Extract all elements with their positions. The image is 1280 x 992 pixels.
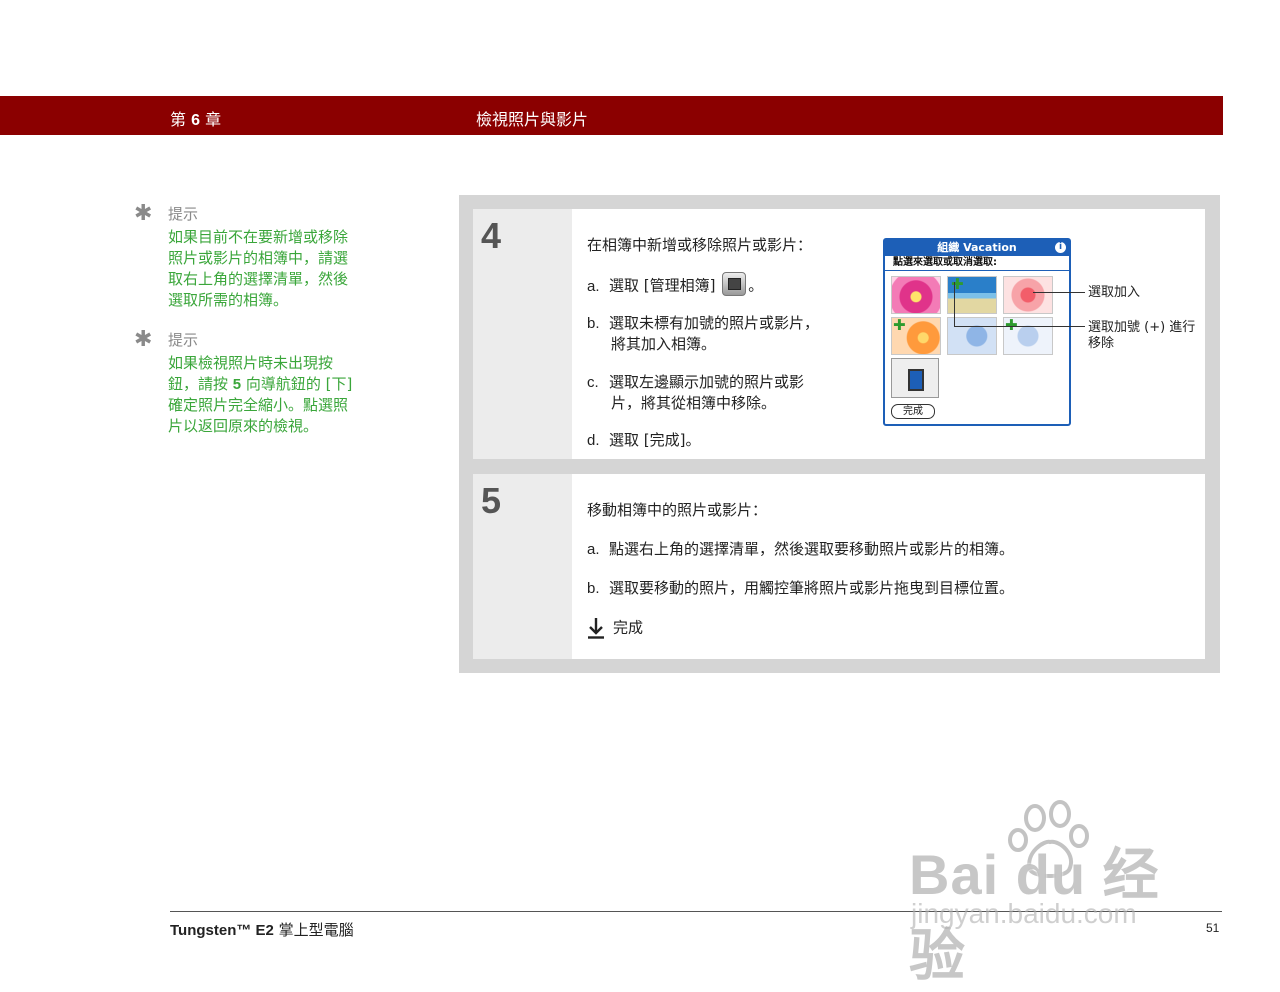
step-intro: 在相簿中新增或移除照片或影片： bbox=[587, 236, 813, 254]
photo-thumbnail[interactable] bbox=[891, 276, 941, 314]
step-item-a: a. 點選右上角的選擇清單，然後選取要移動照片或影片的相簿。 bbox=[587, 540, 1015, 558]
chapter-header-bar: 第 6 章 檢視照片與影片 bbox=[0, 96, 1223, 135]
baidu-watermark: Bai du 经验 jingyan.baidu.com bbox=[905, 800, 1205, 987]
organize-album-screenshot: 組織 Vacation i 點選來選取或取消選取: ✚ ✚ ✚ 完成 bbox=[883, 238, 1071, 426]
chapter-label: 第 6 章 bbox=[170, 110, 222, 129]
step-intro: 移動相簿中的照片或影片： bbox=[587, 501, 768, 519]
tip-line: 如果目前不在要新增或移除 bbox=[168, 228, 349, 246]
done-text: 完成 bbox=[613, 618, 644, 637]
done-marker: 完成 bbox=[587, 617, 643, 639]
step-item-b: b. 選取未標有加號的照片或影片， 將其加入相簿。 bbox=[587, 314, 820, 353]
tip-body: 如果檢視照片時未出現按 鈕，請按 5 向導航鈕的 [下] 確定照片完全縮小。點選… bbox=[168, 353, 368, 437]
step-4: 4 在相簿中新增或移除照片或影片： a. 選取 [管理相簿] 。 b. 選取未標有加… bbox=[473, 209, 1205, 459]
tip-line: 取右上角的選擇清單，然後 bbox=[168, 270, 349, 288]
tip-line: 選取所需的相簿。 bbox=[168, 291, 289, 309]
tip-2: ✱ 提示 如果檢視照片時未出現按 鈕，請按 5 向導航鈕的 [下] 確定照片完全… bbox=[134, 327, 374, 439]
tip-line: 確定照片完全縮小。點選照 bbox=[168, 396, 349, 414]
step-number: 5 bbox=[481, 480, 502, 521]
download-arrow-icon bbox=[588, 618, 604, 639]
callout-line bbox=[1033, 292, 1085, 293]
footer-product-name: Tungsten™ E2 掌上型電腦 bbox=[170, 921, 354, 939]
plus-icon: ✚ bbox=[893, 316, 906, 334]
tip-label: 提示 bbox=[168, 205, 199, 223]
watermark-url: jingyan.baidu.com bbox=[911, 898, 1137, 929]
tip-label: 提示 bbox=[168, 331, 199, 349]
tip-1: ✱ 提示 如果目前不在要新增或移除 照片或影片的相簿中，請選 取右上角的選擇清單… bbox=[134, 201, 374, 313]
step-item-c: c. 選取左邊顯示加號的照片或影 片，將其從相簿中移除。 bbox=[587, 373, 805, 412]
screenshot-instruction: 點選來選取或取消選取: bbox=[885, 256, 1069, 271]
plus-icon: ✚ bbox=[951, 275, 964, 293]
callout-remove: 選取加號 (+) 進行 移除 bbox=[1088, 320, 1196, 351]
asterisk-icon: ✱ bbox=[134, 327, 153, 352]
film-icon bbox=[908, 369, 924, 391]
chapter-title: 檢視照片與影片 bbox=[476, 110, 589, 129]
callout-add: 選取加入 bbox=[1088, 285, 1141, 300]
step-item-d: d. 選取 [完成]。 bbox=[587, 431, 701, 449]
callout-line bbox=[954, 282, 955, 327]
step-number: 4 bbox=[481, 215, 502, 256]
step-number-column: 5 bbox=[473, 474, 572, 659]
step-item-b: b. 選取要移動的照片，用觸控筆將照片或影片拖曳到目標位置。 bbox=[587, 579, 1015, 597]
photo-thumbnail[interactable] bbox=[1003, 276, 1053, 314]
tip-line: 照片或影片的相簿中，請選 bbox=[168, 249, 349, 267]
plus-icon: ✚ bbox=[1005, 316, 1018, 334]
page-number: 51 bbox=[1206, 921, 1220, 935]
manage-album-icon bbox=[722, 272, 747, 296]
step-number-column: 4 bbox=[473, 209, 572, 459]
step-5: 5 移動相簿中的照片或影片： a. 點選右上角的選擇清單，然後選取要移動照片或影片… bbox=[473, 474, 1205, 659]
screenshot-title: 組織 Vacation bbox=[885, 240, 1069, 256]
tip-line: 片以返回原來的檢視。 bbox=[168, 417, 319, 435]
callout-line bbox=[954, 326, 1085, 327]
asterisk-icon: ✱ bbox=[134, 201, 153, 226]
tip-line: 如果檢視照片時未出現按 bbox=[168, 354, 334, 372]
video-thumbnail[interactable] bbox=[891, 358, 939, 398]
steps-frame: 4 在相簿中新增或移除照片或影片： a. 選取 [管理相簿] 。 b. 選取未標有加… bbox=[459, 195, 1220, 673]
tip-body: 如果目前不在要新增或移除 照片或影片的相簿中，請選 取右上角的選擇清單，然後 選… bbox=[168, 227, 368, 311]
step-item-a: a. 選取 [管理相簿] 。 bbox=[587, 272, 763, 298]
info-icon[interactable]: i bbox=[1055, 242, 1066, 253]
done-button[interactable]: 完成 bbox=[891, 404, 935, 419]
tip-line: 鈕，請按 5 向導航鈕的 [下] bbox=[168, 375, 353, 393]
